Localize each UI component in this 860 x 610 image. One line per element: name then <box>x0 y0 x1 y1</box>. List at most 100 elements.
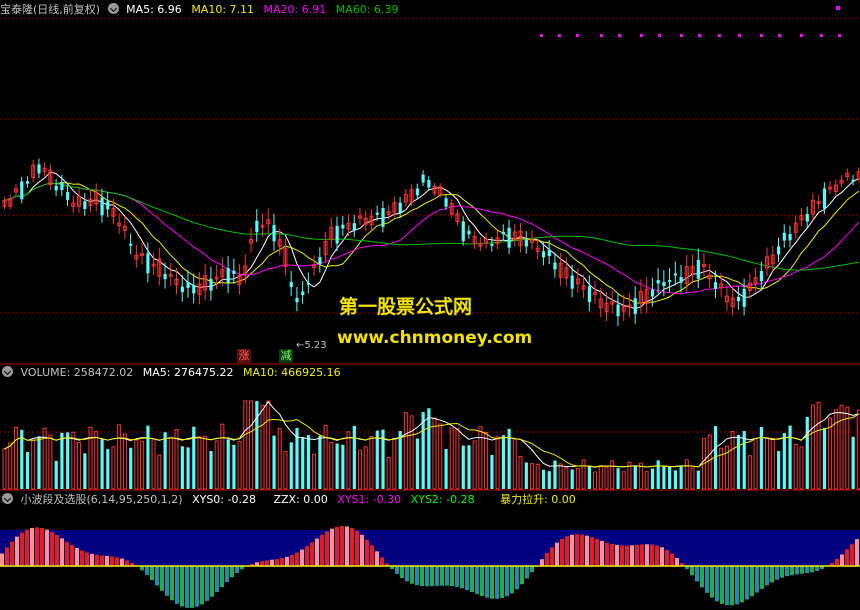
indicator-bar <box>655 545 659 566</box>
volume-bar <box>289 442 293 489</box>
xys2-value: XYS2: -0.28 <box>410 493 475 506</box>
low-price-label: 5.23 <box>304 340 327 351</box>
volume-bar <box>312 453 317 490</box>
volume-bar <box>352 425 356 489</box>
chevron-down-icon[interactable] <box>2 493 13 504</box>
indicator-bar <box>75 548 79 566</box>
candle-body <box>507 227 511 248</box>
indicator-bar <box>85 552 89 566</box>
indicator-bar <box>565 536 569 566</box>
volume-bar <box>100 439 104 489</box>
volume-bar <box>650 468 655 489</box>
indicator-bar <box>65 541 69 566</box>
indicator-bar <box>855 539 859 566</box>
indicator-bar <box>5 547 9 566</box>
chevron-down-icon[interactable] <box>2 366 13 377</box>
indicator-bar <box>765 566 769 586</box>
volume-bar <box>146 425 150 489</box>
candle-body <box>650 289 655 297</box>
indicator-bar <box>800 566 804 574</box>
indicator-bar <box>375 551 379 566</box>
volume-bar <box>799 446 804 490</box>
indicator-bar <box>620 545 624 566</box>
indicator-bar <box>605 542 609 566</box>
indicator-bar <box>100 555 104 566</box>
volume-bar <box>220 423 225 490</box>
indicator-bar <box>325 531 329 566</box>
indicator-bar <box>420 566 424 587</box>
volume-bar <box>438 423 443 490</box>
volume-bar <box>467 445 471 489</box>
indicator-bar <box>755 566 759 593</box>
volume-bar <box>409 415 414 490</box>
candle-body <box>777 246 781 255</box>
indicator-bar <box>270 559 274 566</box>
volume-bar <box>575 468 580 490</box>
volume-bar <box>134 439 139 490</box>
indicator-bar <box>95 554 99 566</box>
volume-bar <box>266 400 271 490</box>
indicator-bar <box>310 542 314 566</box>
candle-body <box>129 243 133 246</box>
candle-body <box>851 179 855 182</box>
indicator-bar <box>340 526 344 566</box>
candle-body <box>696 260 700 279</box>
signal-dot <box>778 34 781 37</box>
volume-bar <box>788 425 792 489</box>
indicator-bar <box>635 544 639 566</box>
indicator-bar <box>810 566 814 573</box>
ma5-value: MA5: 6.96 <box>126 3 182 16</box>
indicator-bar <box>840 554 844 566</box>
candle-body <box>616 304 620 317</box>
volume-bar <box>54 460 58 489</box>
indicator-bar <box>200 566 204 605</box>
indicator-bar <box>345 526 349 566</box>
volume-bar <box>301 437 305 489</box>
indicator-bar <box>805 566 809 574</box>
candle-body <box>421 174 425 183</box>
volume-bar <box>237 441 242 490</box>
volume-bar <box>369 436 374 490</box>
volume-bar <box>403 412 408 490</box>
signal-dot <box>600 34 603 37</box>
indicator-bar <box>280 558 284 566</box>
candle-body <box>163 273 167 280</box>
indicator-bar <box>850 544 854 566</box>
volume-bar <box>129 447 133 489</box>
indicator-bar <box>730 566 734 606</box>
volume-bar <box>553 460 557 489</box>
indicator-bar <box>485 566 489 598</box>
volume-bar <box>66 432 70 489</box>
volume-bar <box>37 436 41 489</box>
price-panel-title: 宝泰隆(日线,前复权) <box>0 3 101 16</box>
candle-body <box>306 282 311 285</box>
indicator-bar <box>235 566 239 574</box>
signal-dot <box>680 34 683 37</box>
indicator-bar <box>195 566 199 607</box>
indicator-bar <box>675 557 679 566</box>
indicator-bar <box>350 528 354 566</box>
watermark-url: www.chnmoney.com <box>337 328 533 348</box>
signal-dot <box>618 34 621 37</box>
indicator-bar <box>510 566 514 594</box>
candle-body <box>398 202 402 214</box>
volume-bar <box>656 460 660 489</box>
volume-panel-header: VOLUME: 258472.02 MA5: 276475.22 MA10: 4… <box>0 365 347 381</box>
chevron-down-icon[interactable] <box>107 3 119 14</box>
indicator-bar <box>785 566 789 577</box>
candle-body <box>782 232 786 241</box>
volume-bar <box>243 400 248 490</box>
indicator-bar <box>555 542 559 566</box>
indicator-bar <box>415 566 419 586</box>
volume-bar <box>747 455 752 490</box>
volume-bar <box>180 446 184 489</box>
candle-body <box>467 230 471 235</box>
volume-bar <box>478 426 483 490</box>
signal-dot <box>576 34 579 37</box>
rise-marker: 涨 <box>237 349 251 363</box>
volume-bar <box>140 440 145 490</box>
indicator-bar <box>660 547 664 566</box>
candle-body <box>444 198 448 207</box>
volume-bar <box>157 454 162 490</box>
indicator-bar <box>145 566 149 576</box>
